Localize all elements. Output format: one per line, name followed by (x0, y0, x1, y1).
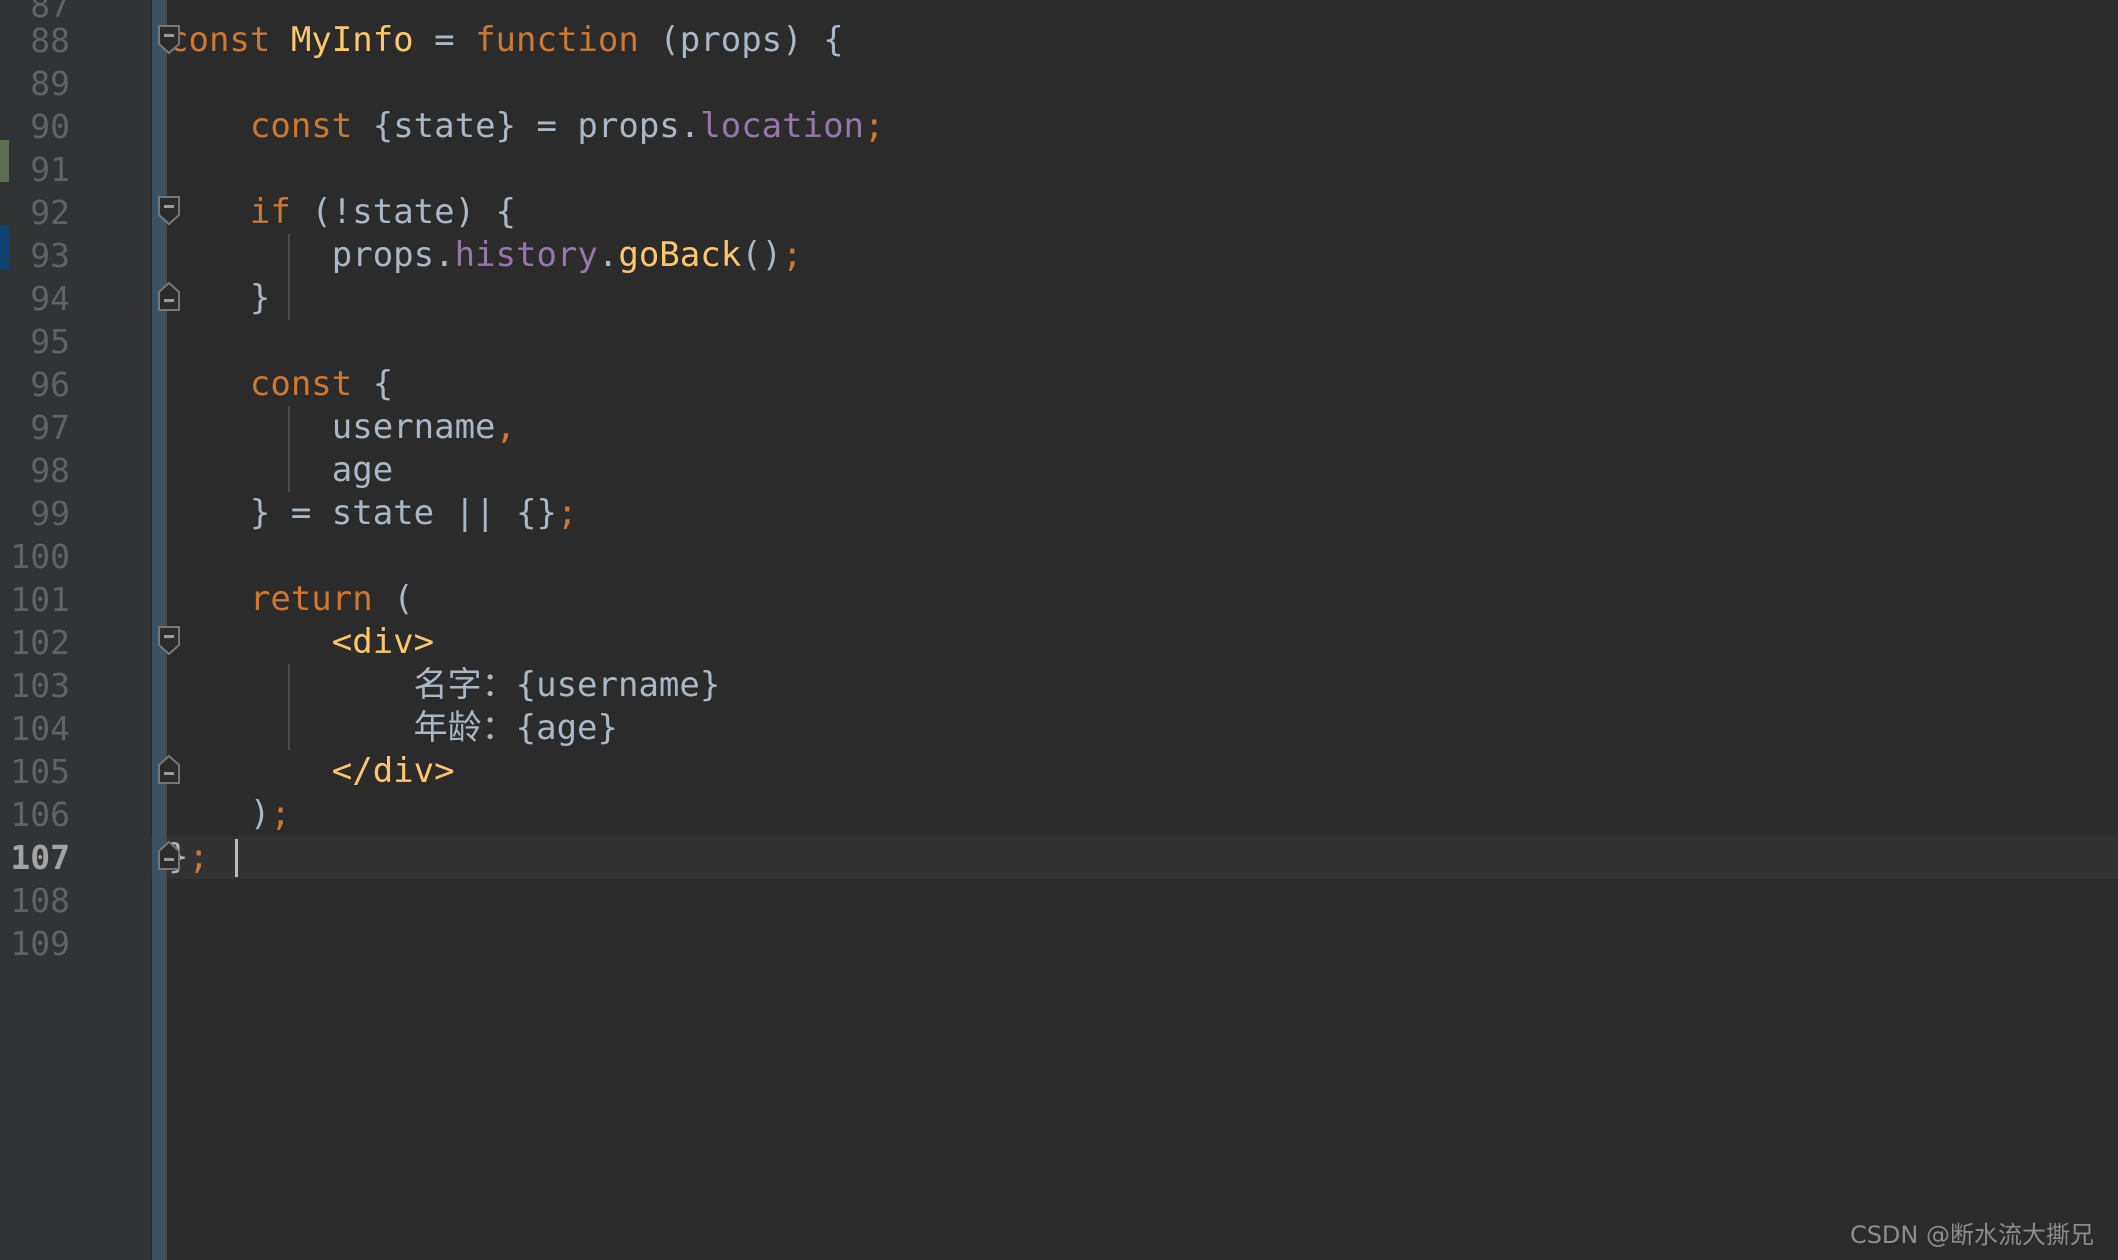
code-token: const (249, 364, 353, 404)
fold-handle-expanded-92[interactable] (156, 195, 182, 227)
fold-handle-end-107[interactable] (156, 840, 182, 872)
code-line-98[interactable]: age (168, 449, 393, 492)
line-number-97[interactable]: 97 (0, 406, 70, 449)
line-number-99[interactable]: 99 (0, 492, 70, 535)
code-token: 年龄：{age} (168, 708, 618, 748)
line-number-90[interactable]: 90 (0, 105, 70, 148)
code-token: const (168, 20, 291, 60)
code-token: ; (270, 794, 291, 834)
line-number-102[interactable]: 102 (0, 621, 70, 664)
line-number-88[interactable]: 88 (0, 19, 70, 62)
line-number-98[interactable]: 98 (0, 449, 70, 492)
code-token: () (741, 235, 783, 275)
code-token: (props) { (638, 20, 844, 60)
code-token: MyInfo (290, 20, 414, 60)
fold-handle-end-94[interactable] (156, 281, 182, 313)
code-line-99[interactable]: } = state || {}; (168, 492, 578, 535)
watermark-text: CSDN @断水流大撕兄 (1849, 1221, 2094, 1249)
code-token: props. (168, 235, 455, 275)
code-token: } (168, 278, 271, 318)
added-marker[interactable] (0, 140, 9, 182)
code-token: ) (168, 794, 271, 834)
modified-marker[interactable] (0, 225, 9, 270)
code-token: (!state) { (290, 192, 517, 232)
code-token: location (700, 106, 865, 146)
code-token: </div> (331, 751, 455, 791)
code-editor[interactable]: const MyInfo = function (props) { const … (0, 0, 2118, 1260)
code-token: { (352, 364, 394, 404)
line-number-94[interactable]: 94 (0, 277, 70, 320)
vcs-change-strip[interactable] (0, 0, 9, 1260)
code-token: return (249, 579, 373, 619)
code-token: , (495, 407, 516, 447)
code-line-94[interactable]: } (168, 277, 270, 320)
line-number-100[interactable]: 100 (0, 535, 70, 578)
line-number-104[interactable]: 104 (0, 707, 70, 750)
line-number-109[interactable]: 109 (0, 922, 70, 965)
code-token: <div> (331, 622, 435, 662)
code-line-102[interactable]: <div> (168, 621, 434, 664)
fold-handle-expanded-88[interactable] (156, 24, 182, 56)
line-number-101[interactable]: 101 (0, 578, 70, 621)
text-caret (235, 839, 238, 877)
code-token: if (249, 192, 291, 232)
code-line-93[interactable]: props.history.goBack(); (168, 234, 803, 277)
code-token: = (413, 20, 476, 60)
line-number-105[interactable]: 105 (0, 750, 70, 793)
code-line-105[interactable]: </div> (168, 750, 455, 793)
code-token: ; (556, 493, 578, 533)
code-token: 名字：{username} (168, 665, 721, 705)
code-content-area[interactable]: const MyInfo = function (props) { const … (168, 0, 2118, 1260)
code-token: ; (864, 106, 885, 146)
code-token: history (454, 235, 598, 275)
line-number-gutter[interactable]: 87 88 89 90 91 92 93 94 95 96 97 98 99 100 101 102 103 10… (0, 0, 150, 1260)
code-token: } = state || {} (168, 493, 557, 533)
line-number-95[interactable]: 95 (0, 320, 70, 363)
line-number-89[interactable]: 89 (0, 62, 70, 105)
code-line-92[interactable]: if (!state) { (168, 191, 516, 234)
code-token: function (475, 20, 639, 60)
line-number-96[interactable]: 96 (0, 363, 70, 406)
fold-handle-end-105[interactable] (156, 754, 182, 786)
code-line-101[interactable]: return ( (168, 578, 414, 621)
code-line-90[interactable]: const {state} = props.location; (168, 105, 885, 148)
code-token: ( (372, 579, 414, 619)
line-number-106[interactable]: 106 (0, 793, 70, 836)
code-token: const (249, 106, 353, 146)
line-number-107[interactable]: 107 (0, 836, 70, 879)
code-token: age (168, 450, 394, 490)
code-line-88[interactable]: const MyInfo = function (props) { (168, 19, 844, 62)
line-number-93[interactable]: 93 (0, 234, 70, 277)
code-line-103[interactable]: 名字：{username} (168, 664, 721, 707)
code-line-106[interactable]: ); (168, 793, 291, 836)
line-number-91[interactable]: 91 (0, 148, 70, 191)
fold-handle-expanded-102[interactable] (156, 625, 182, 657)
code-token: goBack (618, 235, 742, 275)
line-number-92[interactable]: 92 (0, 191, 70, 234)
code-token: {state} = props. (352, 106, 701, 146)
code-line-96[interactable]: const { (168, 363, 393, 406)
code-line-104[interactable]: 年龄：{age} (168, 707, 618, 750)
code-token: ; (188, 837, 209, 877)
code-token: . (597, 235, 619, 275)
code-token: ; (782, 235, 803, 275)
code-line-97[interactable]: username, (168, 406, 516, 449)
line-number-108[interactable]: 108 (0, 879, 70, 922)
code-token: username (168, 407, 496, 447)
line-number-103[interactable]: 103 (0, 664, 70, 707)
